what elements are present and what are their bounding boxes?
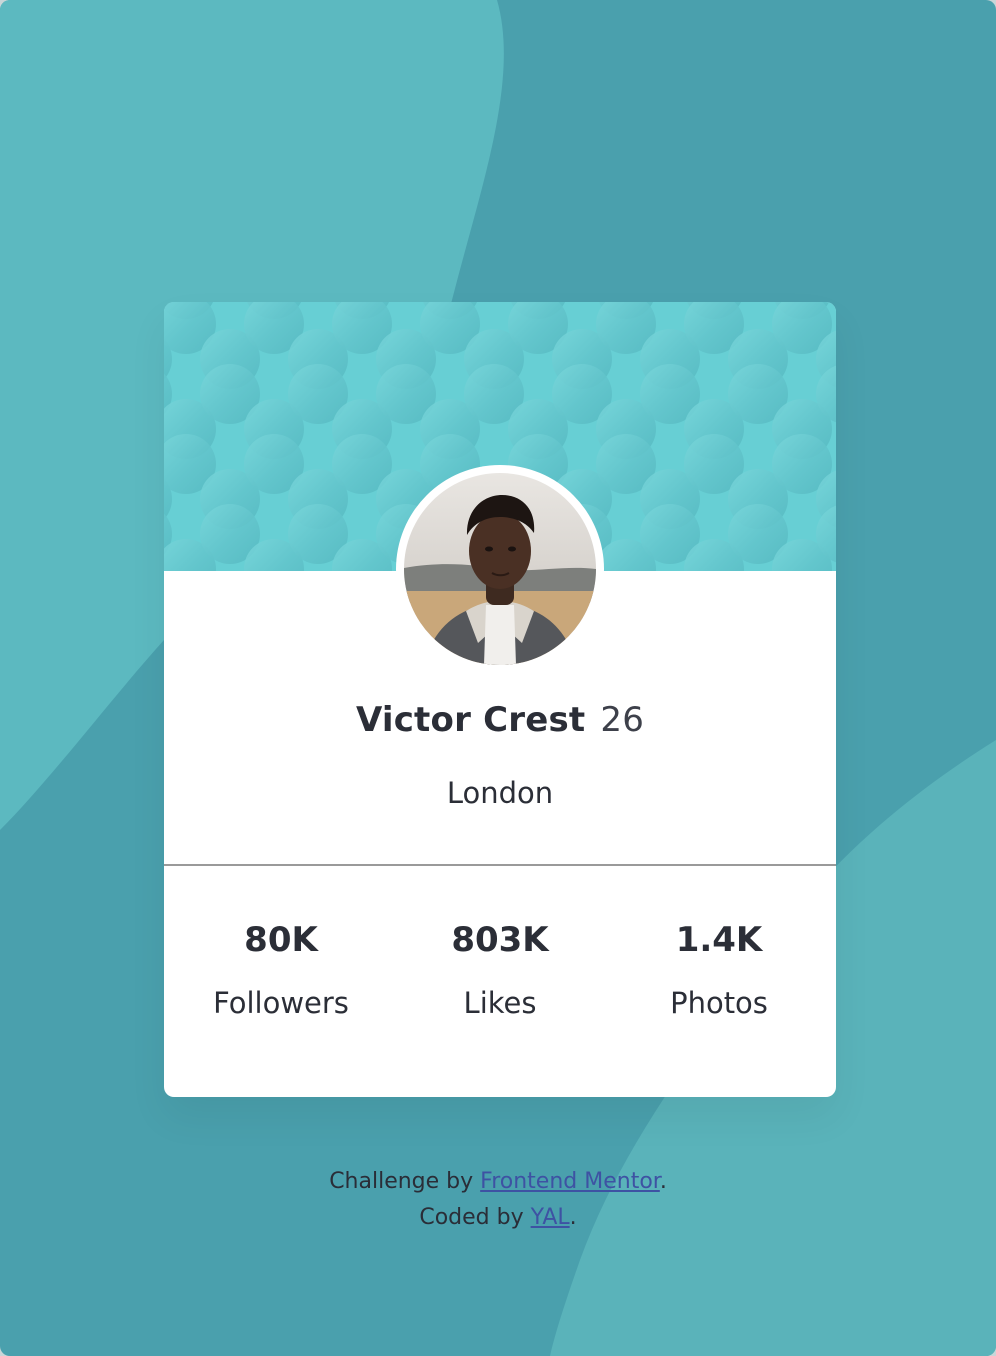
coded-suffix: .: [569, 1205, 577, 1230]
challenge-suffix: .: [659, 1169, 667, 1194]
avatar-photo: [404, 473, 596, 665]
attribution: Challenge by Frontend Mentor. Coded by Y…: [0, 1164, 996, 1236]
profile-age: 26: [600, 700, 645, 740]
avatar: [404, 473, 596, 665]
card-divider: [164, 864, 836, 866]
stat-value: 80K: [244, 920, 318, 960]
stat-likes: 803K Likes: [388, 920, 612, 1020]
profile-card: Victor Crest 26 London 80K Followers 803…: [164, 302, 836, 1097]
stat-value: 803K: [451, 920, 549, 960]
stat-label: Followers: [213, 986, 349, 1020]
coded-prefix: Coded by: [419, 1205, 531, 1230]
stat-photos: 1.4K Photos: [607, 920, 831, 1020]
challenge-credit: Challenge by Frontend Mentor.: [0, 1164, 996, 1200]
stat-value: 1.4K: [675, 920, 763, 960]
profile-location: London: [446, 776, 554, 810]
profile-name-line: Victor Crest 26: [164, 700, 836, 740]
frontend-mentor-link[interactable]: Frontend Mentor: [480, 1169, 660, 1194]
stat-label: Likes: [463, 986, 537, 1020]
coded-credit: Coded by YAL.: [0, 1200, 996, 1236]
challenge-prefix: Challenge by: [329, 1169, 481, 1194]
stat-label: Photos: [670, 986, 768, 1020]
stat-followers: 80K Followers: [169, 920, 393, 1020]
avatar-frame: [396, 465, 604, 673]
page-background: Victor Crest 26 London 80K Followers 803…: [0, 0, 996, 1356]
author-link[interactable]: YAL: [531, 1205, 570, 1230]
profile-name: Victor Crest: [355, 700, 586, 740]
